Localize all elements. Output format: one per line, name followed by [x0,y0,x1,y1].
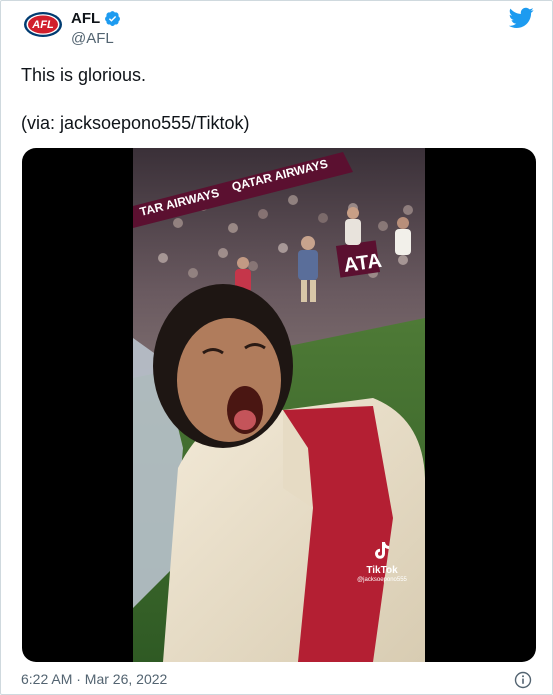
video-frame[interactable]: TAR AIRWAYS QATAR AIRWAYS ATA TikTok @ja… [133,148,425,662]
tiktok-label: TikTok [366,565,398,576]
tweet-text: This is glorious. (via: jacksoepono555/T… [21,63,531,159]
verified-badge-icon [105,10,121,26]
handle[interactable]: @AFL [71,30,121,47]
tiktok-icon [375,542,389,559]
tweet-card[interactable]: AFL AFL @AFL This is glorious. (via: jac… [0,0,553,695]
tweet-timestamp[interactable]: 6:22 AM · Mar 26, 2022 [21,671,167,687]
display-name[interactable]: AFL [71,10,100,27]
tweet-line-1: This is glorious. [21,65,147,85]
afl-logo-text: AFL [31,19,54,31]
author-block[interactable]: AFL @AFL [71,9,121,47]
tiktok-watermark: TikTok @jacksoepono555 [350,541,414,583]
video-player[interactable]: TAR AIRWAYS QATAR AIRWAYS ATA TikTok @ja… [22,148,536,662]
tweet-line-2: (via: jacksoepono555/Tiktok) [21,113,250,133]
tiktok-username: @jacksoepono555 [357,577,407,583]
info-icon[interactable] [514,671,532,689]
twitter-bird-icon[interactable] [509,7,534,29]
afl-logo-avatar[interactable]: AFL [23,11,63,38]
video-still-image: TAR AIRWAYS QATAR AIRWAYS ATA [133,148,425,662]
